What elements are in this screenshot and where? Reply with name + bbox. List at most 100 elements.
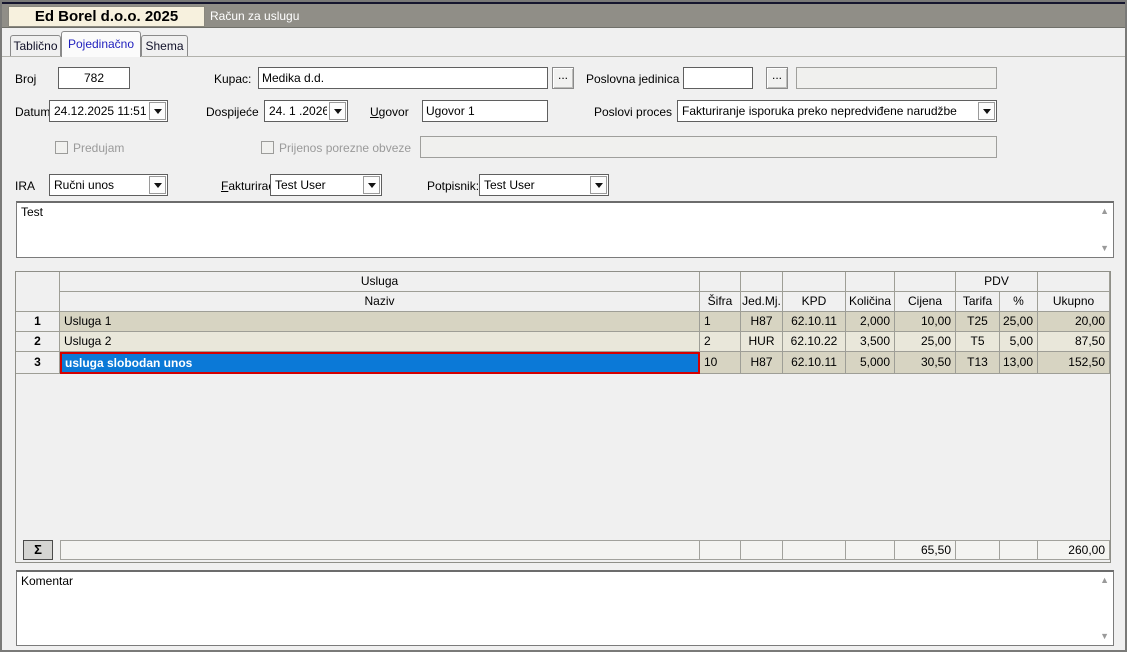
cell-kolicina[interactable]: 3,500 <box>846 332 895 352</box>
row-header[interactable]: 3 <box>16 352 60 374</box>
cell-kolicina[interactable]: 5,000 <box>846 352 895 374</box>
poslovna-jedinica-input[interactable] <box>683 67 753 89</box>
dospijece-value: 24. 1 .2026. <box>269 104 327 118</box>
column-header-cijena: Cijena <box>895 292 956 312</box>
cell-pct[interactable]: 5,00 <box>1000 332 1038 352</box>
ira-combo[interactable]: Ručni unos <box>49 174 168 196</box>
cell-jedmj[interactable]: H87 <box>741 352 783 374</box>
cell-kpd[interactable]: 62.10.22 <box>783 332 846 352</box>
cell-tarifa[interactable]: T25 <box>956 312 1000 332</box>
cell-cijena[interactable]: 25,00 <box>895 332 956 352</box>
sum-cell-ukupno: 260,00 <box>1038 540 1110 560</box>
fakturirao-combo[interactable]: Test User <box>270 174 382 196</box>
poslovna-jedinica-browse-button[interactable]: ... <box>766 67 788 89</box>
cell-tarifa[interactable]: T5 <box>956 332 1000 352</box>
cell-naziv-selected[interactable]: usluga slobodan unos <box>60 352 700 374</box>
column-header-kpd: KPD <box>783 292 846 312</box>
broj-input[interactable] <box>58 67 130 89</box>
column-header-ukupno: Ukupno <box>1038 292 1110 312</box>
poslovi-proces-dropdown-button[interactable] <box>978 102 995 120</box>
tab-pojedinacno[interactable]: Pojedinačno <box>61 31 141 57</box>
cell-pct[interactable]: 13,00 <box>1000 352 1038 374</box>
potpisnik-value: Test User <box>484 178 588 192</box>
potpisnik-combo[interactable]: Test User <box>479 174 609 196</box>
cell-naziv[interactable]: Usluga 1 <box>60 312 700 332</box>
broj-label: Broj <box>15 72 36 86</box>
poslovna-jedinica-name-field <box>796 67 997 89</box>
sum-cell-jedmj <box>741 540 783 560</box>
sum-cell-naziv <box>60 540 700 560</box>
ira-dropdown-button[interactable] <box>149 176 166 194</box>
cell-ukupno[interactable]: 20,00 <box>1038 312 1110 332</box>
kupac-label: Kupac: <box>214 72 251 86</box>
group-header-empty <box>846 272 895 292</box>
cell-kolicina[interactable]: 2,000 <box>846 312 895 332</box>
poslovi-proces-combo[interactable]: Fakturiranje isporuka preko nepredviđene… <box>677 100 997 122</box>
row-header[interactable]: 2 <box>16 332 60 352</box>
ira-value: Ručni unos <box>54 178 147 192</box>
dospijece-combo[interactable]: 24. 1 .2026. <box>264 100 348 122</box>
tab-strip-divider <box>2 56 1125 57</box>
column-header-naziv: Naziv <box>60 292 700 312</box>
poslovna-jedinica-label: Poslovna jedinica <box>586 72 679 86</box>
fakturirao-dropdown-button[interactable] <box>363 176 380 194</box>
napomena-textarea[interactable]: Test ▲ ▼ <box>16 201 1114 258</box>
cell-pct[interactable]: 25,00 <box>1000 312 1038 332</box>
column-header-jedmj: Jed.Mj. <box>741 292 783 312</box>
cell-tarifa[interactable]: T13 <box>956 352 1000 374</box>
sum-button[interactable]: Σ <box>23 540 53 560</box>
potpisnik-dropdown-button[interactable] <box>590 176 607 194</box>
tab-shema[interactable]: Shema <box>141 35 188 57</box>
prijenos-porezne-obveze-checkbox <box>261 141 274 154</box>
ugovor-label: Ugovor <box>370 105 409 119</box>
group-header-empty <box>895 272 956 292</box>
title-bar: Ed Borel d.o.o. 2025 Račun za uslugu <box>2 2 1125 28</box>
scroll-up-icon[interactable]: ▲ <box>1100 207 1109 216</box>
cell-sifra[interactable]: 10 <box>700 352 741 374</box>
kupac-input[interactable] <box>258 67 548 89</box>
chevron-down-icon <box>983 109 991 114</box>
datum-dropdown-button[interactable] <box>149 102 166 120</box>
dospijece-label: Dospijeće <box>206 105 259 119</box>
cell-cijena[interactable]: 10,00 <box>895 312 956 332</box>
komentar-text: Komentar <box>21 574 73 588</box>
poslovi-proces-value: Fakturiranje isporuka preko nepredviđene… <box>682 104 976 118</box>
cell-kpd[interactable]: 62.10.11 <box>783 352 846 374</box>
cell-naziv[interactable]: Usluga 2 <box>60 332 700 352</box>
app-window: Ed Borel d.o.o. 2025 Račun za uslugu Tab… <box>0 0 1127 652</box>
sum-cell-kpd <box>783 540 846 560</box>
column-header-kolicina: Količina <box>846 292 895 312</box>
cell-jedmj[interactable]: HUR <box>741 332 783 352</box>
chevron-down-icon <box>154 183 162 188</box>
cell-ukupno[interactable]: 152,50 <box>1038 352 1110 374</box>
komentar-textarea[interactable]: Komentar ▲ ▼ <box>16 570 1114 646</box>
group-header-empty <box>700 272 741 292</box>
cell-kpd[interactable]: 62.10.11 <box>783 312 846 332</box>
cell-sifra[interactable]: 2 <box>700 332 741 352</box>
column-header-sifra: Šifra <box>700 292 741 312</box>
row-header[interactable]: 1 <box>16 312 60 332</box>
ugovor-input[interactable] <box>422 100 548 122</box>
poslovi-proces-label: Poslovi proces <box>594 105 672 119</box>
cell-sifra[interactable]: 1 <box>700 312 741 332</box>
sum-cell-tarifa <box>956 540 1000 560</box>
cell-jedmj[interactable]: H87 <box>741 312 783 332</box>
datum-combo[interactable]: 24.12.2025 11:51 <box>49 100 168 122</box>
cell-cijena[interactable]: 30,50 <box>895 352 956 374</box>
potpisnik-label: Potpisnik: <box>427 179 479 193</box>
cell-ukupno[interactable]: 87,50 <box>1038 332 1110 352</box>
scroll-up-icon[interactable]: ▲ <box>1100 576 1109 585</box>
corner-header-cell <box>16 272 60 312</box>
predujam-label: Predujam <box>73 141 124 155</box>
scroll-down-icon[interactable]: ▼ <box>1100 632 1109 641</box>
dospijece-dropdown-button[interactable] <box>329 102 346 120</box>
tab-tablicno[interactable]: Tablično <box>10 35 61 57</box>
kupac-browse-button[interactable]: ... <box>552 67 574 89</box>
scroll-down-icon[interactable]: ▼ <box>1100 244 1109 253</box>
ira-label: IRA <box>15 179 35 193</box>
group-header-empty <box>783 272 846 292</box>
company-title: Ed Borel d.o.o. 2025 <box>8 6 205 27</box>
sum-cell-kolicina <box>846 540 895 560</box>
chevron-down-icon <box>154 109 162 114</box>
group-header-empty <box>1038 272 1110 292</box>
